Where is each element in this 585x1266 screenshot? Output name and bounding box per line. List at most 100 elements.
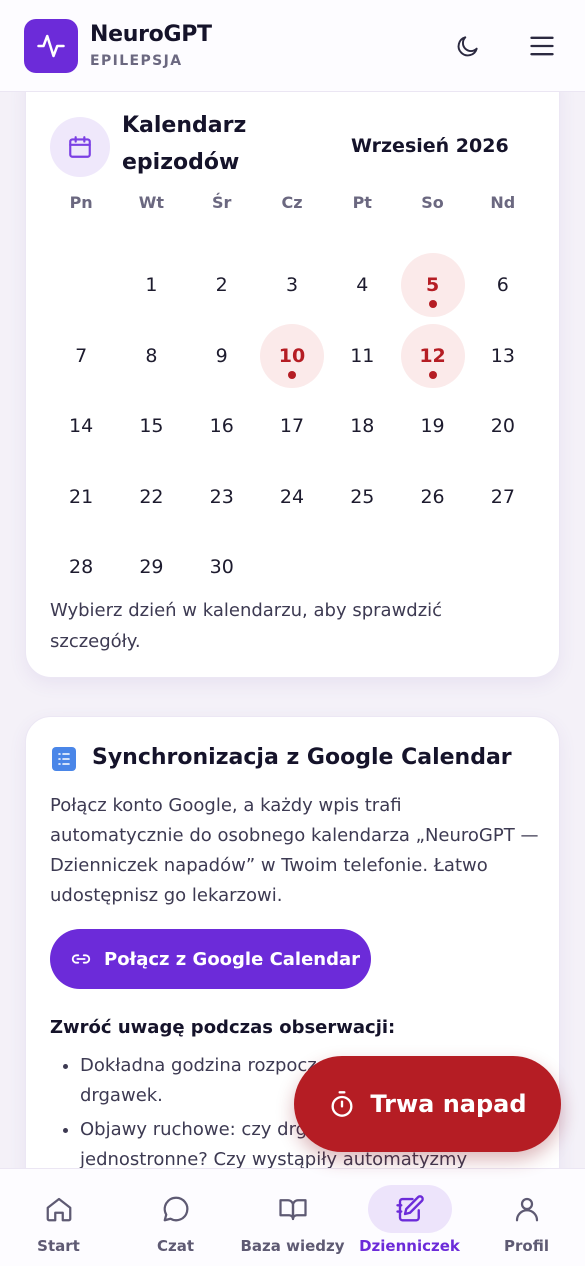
calendar-day-episode[interactable]: 12	[400, 323, 465, 388]
calendar-day-number: 8	[145, 344, 158, 367]
calendar-day[interactable]: 6	[471, 253, 535, 317]
nav-item-start[interactable]: Start	[0, 1169, 117, 1266]
connect-button-label: Połącz z Google Calendar	[104, 948, 361, 970]
nav-item-diary[interactable]: Dzienniczek	[351, 1169, 468, 1266]
nav-label: Baza wiedzy	[240, 1237, 345, 1255]
calendar-day-episode[interactable]: 5	[400, 253, 465, 317]
calendar-day-number: 12	[419, 344, 446, 367]
seizure-in-progress-button[interactable]: Trwa napad	[294, 1056, 561, 1152]
calendar-day-number: 7	[75, 344, 88, 367]
calendar-day[interactable]: 7	[49, 324, 113, 388]
calendar-day-number: 14	[69, 415, 94, 437]
nav-label: Dzienniczek	[359, 1237, 460, 1255]
calendar-day[interactable]: 2	[190, 253, 254, 317]
calendar-day[interactable]: 4	[330, 253, 394, 317]
calendar-day[interactable]: 23	[190, 465, 254, 529]
calendar-day[interactable]: 8	[119, 324, 183, 388]
calendar-day-number: 26	[420, 485, 445, 508]
menu-button[interactable]	[527, 31, 557, 61]
hamburger-menu-icon	[530, 36, 554, 55]
home-icon	[17, 1185, 101, 1233]
calendar-day-number: 9	[215, 344, 228, 367]
calendar-day[interactable]: 1	[119, 253, 183, 317]
calendar-day-number: 15	[139, 415, 164, 437]
calendar-day[interactable]: 29	[119, 535, 183, 599]
user-icon	[485, 1185, 569, 1233]
calendar-day[interactable]: 3	[260, 253, 324, 317]
app-subtitle: EPILEPSJA	[90, 53, 183, 69]
episode-dot-indicator	[428, 370, 437, 379]
header-actions	[453, 31, 561, 61]
bottom-navigation: Start Czat Baza wiedzy Dzienniczek Profi…	[0, 1168, 585, 1266]
calendar-hint: Wybierz dzień w kalendarzu, aby sprawdzi…	[50, 600, 443, 652]
calendar-day[interactable]: 14	[49, 394, 113, 458]
nav-item-knowledge-base[interactable]: Baza wiedzy	[234, 1169, 351, 1266]
seizure-button-label: Trwa napad	[370, 1090, 527, 1118]
calendar-day-number: 21	[69, 485, 94, 508]
observation-notice-title: Zwróć uwagę podczas obserwacji:	[50, 1017, 396, 1038]
calendar-day[interactable]: 20	[471, 394, 535, 458]
calendar-day-number: 3	[285, 274, 299, 296]
nav-label: Profil	[504, 1237, 549, 1255]
calendar-day-number: 24	[279, 485, 305, 508]
sync-title: Synchronizacja z Google Calendar	[92, 745, 512, 770]
calendar-day[interactable]: 15	[119, 394, 183, 458]
calendar-day[interactable]: 19	[401, 394, 465, 458]
calendar-icon	[50, 117, 110, 177]
theme-toggle-button[interactable]	[453, 31, 483, 61]
app-name: NeuroGPT	[90, 22, 212, 47]
main-content[interactable]: Kalendarz epizodów Wrzesień 2026 Pn Wt Ś…	[0, 92, 585, 1168]
calendar-day-number: 10	[278, 344, 306, 367]
nav-item-profile[interactable]: Profil	[468, 1169, 585, 1266]
calendar-day-number: 18	[350, 415, 375, 437]
calendar-day[interactable]: 18	[330, 394, 394, 458]
calendar-day-number: 4	[356, 274, 369, 296]
episode-dot-indicator	[428, 300, 437, 308]
calendar-day-number: 22	[139, 485, 164, 508]
calendar-day-number: 2	[215, 274, 228, 296]
calendar-day[interactable]: 24	[260, 465, 324, 529]
link-icon	[70, 948, 92, 970]
calendar-day[interactable]: 11	[330, 324, 394, 388]
calendar-day-number: 17	[279, 415, 305, 437]
connect-google-calendar-button[interactable]: Połącz z Google Calendar	[50, 929, 371, 989]
calendar-day[interactable]: 27	[471, 465, 535, 529]
calendar-day[interactable]: 30	[190, 535, 254, 599]
calendar-day-number: 19	[420, 415, 445, 437]
calendar-day[interactable]: 17	[260, 394, 324, 458]
calendar-day[interactable]: 26	[401, 465, 465, 529]
nav-label: Start	[37, 1237, 80, 1255]
calendar-day[interactable]: 9	[190, 324, 254, 388]
moon-icon	[457, 35, 478, 56]
calendar-title: Kalendarz epizodów	[122, 113, 247, 175]
google-calendar-icon	[52, 747, 76, 771]
episode-dot-indicator	[288, 370, 296, 379]
calendar-day-number: 11	[350, 344, 375, 367]
calendar-day[interactable]: 13	[471, 324, 535, 388]
nav-item-chat[interactable]: Czat	[117, 1169, 234, 1266]
calendar-day-number: 16	[209, 415, 234, 437]
calendar-day[interactable]: 16	[190, 394, 254, 458]
calendar-day[interactable]: 21	[49, 465, 113, 529]
pulse-icon	[24, 18, 78, 73]
calendar-day-number: 23	[209, 485, 234, 508]
open-book-icon	[251, 1185, 335, 1233]
calendar-day[interactable]: 28	[49, 535, 113, 599]
calendar-day-number: 13	[490, 344, 515, 367]
calendar-day-number: 20	[490, 415, 515, 437]
calendar-day-number: 28	[69, 556, 94, 578]
calendar-day-number: 29	[139, 556, 164, 578]
calendar-day[interactable]: 25	[330, 465, 394, 529]
calendar-day-number: 27	[490, 485, 515, 508]
calendar-day-number: 5	[425, 274, 440, 296]
calendar-month-label: Wrzesień 2026	[351, 135, 509, 157]
notebook-pen-icon	[367, 1185, 452, 1233]
nav-label: Czat	[156, 1237, 195, 1255]
stopwatch-icon	[328, 1090, 356, 1118]
calendar-day-number: 6	[496, 274, 509, 296]
calendar-day-grid: 1 2 3 4 5 6 7 8 9 10 11 12 13 14 15 16 17 18 19 20 21 22 23 24 2…	[46, 203, 538, 578]
episodes-calendar-card: Kalendarz epizodów Wrzesień 2026 Pn Wt Ś…	[25, 92, 560, 678]
chat-bubble-icon	[134, 1185, 218, 1233]
calendar-day[interactable]: 22	[119, 465, 183, 529]
calendar-day-episode[interactable]: 10	[260, 323, 324, 388]
